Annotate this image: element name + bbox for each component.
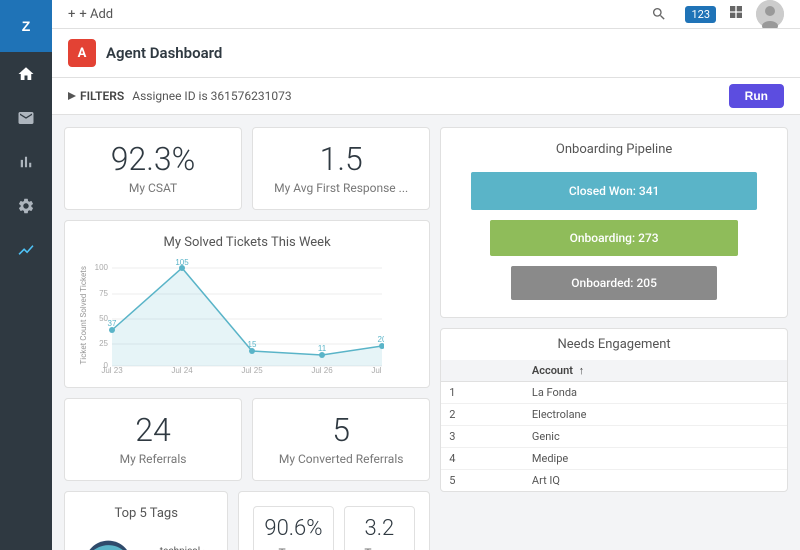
svg-text:Jul 27: Jul 27 (371, 366, 384, 373)
sidebar-item-inbox[interactable] (0, 96, 52, 140)
pipeline-title: Onboarding Pipeline (455, 142, 773, 157)
csat-card: 92.3% My CSAT (64, 127, 242, 210)
filter-text: Assignee ID is 361576231073 (132, 89, 720, 103)
svg-text:100: 100 (95, 263, 109, 272)
svg-text:25: 25 (99, 339, 108, 348)
svg-text:Z: Z (22, 18, 31, 34)
team-csat-label: Team CSAT (264, 546, 322, 550)
engagement-row: 5Art IQ (441, 470, 787, 492)
pipeline-bar-1: Closed Won: 341 (471, 172, 757, 210)
bottom-stats-row: 24 My Referrals 5 My Converted Referrals (64, 398, 430, 481)
tags-content: technical · 230 billing · 260 (79, 529, 213, 550)
team-stats-row: 90.6% Team CSAT 3.2 Team Avg First Respo… (253, 506, 415, 550)
referrals-label: My Referrals (79, 452, 227, 466)
grid-button[interactable] (728, 4, 744, 24)
avg-response-value: 1.5 (267, 142, 415, 177)
tags-legend: technical · 230 billing · 260 (148, 546, 214, 550)
svg-text:105: 105 (175, 258, 189, 267)
main-area: + + Add 123 A Agent Dashboard FILTERS As… (52, 0, 800, 550)
svg-text:37: 37 (108, 319, 117, 328)
left-column: 92.3% My CSAT 1.5 My Avg First Response … (64, 127, 430, 550)
svg-text:Jul 24: Jul 24 (171, 366, 193, 373)
sidebar-item-home[interactable] (0, 52, 52, 96)
sidebar-item-chart[interactable] (0, 140, 52, 184)
engagement-title: Needs Engagement (441, 329, 787, 360)
avg-response-label: My Avg First Response ... (267, 181, 415, 195)
csat-label: My CSAT (79, 181, 227, 195)
engagement-table-body: 1La Fonda 2Electrolane 3Genic 4Medipe 5A… (441, 382, 787, 492)
y-axis-label: Ticket Count Solved Tickets (79, 266, 88, 364)
svg-text:Jul 26: Jul 26 (311, 366, 333, 373)
chart-svg: 100 75 50 25 0 (94, 258, 384, 373)
svg-text:75: 75 (99, 289, 108, 298)
chart-title: My Solved Tickets This Week (79, 235, 415, 250)
svg-text:15: 15 (248, 340, 257, 349)
sidebar-item-gear[interactable] (0, 184, 52, 228)
svg-text:11: 11 (318, 344, 327, 353)
engagement-row: 2Electrolane (441, 404, 787, 426)
team-avg-response-label: Team Avg First Respon... (355, 546, 405, 550)
engagement-row: 1La Fonda (441, 382, 787, 404)
csat-value: 92.3% (79, 142, 227, 177)
right-column: Onboarding Pipeline Closed Won: 341 Onbo… (440, 127, 788, 550)
dashboard-header: A Agent Dashboard (52, 29, 800, 78)
referrals-value: 24 (79, 413, 227, 448)
team-stats-card: 90.6% Team CSAT 3.2 Team Avg First Respo… (238, 491, 430, 550)
solved-tickets-chart: My Solved Tickets This Week Ticket Count… (64, 220, 430, 388)
bottom-row: Top 5 Tags t (64, 491, 430, 550)
pipeline-bars: Closed Won: 341 Onboarding: 273 Onboarde… (455, 169, 773, 303)
topbar: + + Add 123 (52, 0, 800, 29)
converted-label: My Converted Referrals (267, 452, 415, 466)
team-csat-card: 90.6% Team CSAT (253, 506, 333, 550)
dashboard-logo: A (68, 39, 96, 67)
search-button[interactable] (645, 0, 673, 28)
team-avg-response-card: 3.2 Team Avg First Respon... (344, 506, 416, 550)
plus-icon: + (68, 7, 75, 22)
svg-text:Jul 25: Jul 25 (241, 366, 263, 373)
engagement-num-header (441, 360, 524, 382)
run-button[interactable]: Run (729, 84, 784, 108)
avg-response-card: 1.5 My Avg First Response ... (252, 127, 430, 210)
sidebar: Z (0, 0, 52, 550)
filters-bar: FILTERS Assignee ID is 361576231073 Run (52, 78, 800, 115)
converted-referrals-card: 5 My Converted Referrals (252, 398, 430, 481)
sort-icon[interactable]: ↑ (579, 364, 585, 377)
engagement-account-header: Account ↑ (524, 360, 787, 382)
pipeline-bar-3: Onboarded: 205 (511, 266, 718, 300)
dashboard-title: Agent Dashboard (106, 44, 222, 62)
sidebar-logo: Z (0, 0, 52, 52)
team-avg-response-value: 3.2 (355, 517, 405, 541)
converted-value: 5 (267, 413, 415, 448)
add-label: + Add (79, 7, 113, 22)
tags-title: Top 5 Tags (79, 506, 213, 521)
pipeline-bar-2: Onboarding: 273 (490, 220, 738, 256)
avatar[interactable] (756, 0, 784, 28)
engagement-table: Account ↑ 1La Fonda 2Electrolane 3Genic … (441, 360, 787, 491)
svg-text:20: 20 (378, 335, 384, 344)
engagement-card: Needs Engagement Account ↑ 1La Fonda (440, 328, 788, 492)
sidebar-item-activity[interactable] (0, 228, 52, 272)
top-stats-row: 92.3% My CSAT 1.5 My Avg First Response … (64, 127, 430, 210)
pipeline-card: Onboarding Pipeline Closed Won: 341 Onbo… (440, 127, 788, 318)
add-button[interactable]: + + Add (68, 7, 113, 22)
engagement-row: 4Medipe (441, 448, 787, 470)
tags-donut-chart (79, 529, 138, 550)
tags-card: Top 5 Tags t (64, 491, 228, 550)
dashboard-grid: 92.3% My CSAT 1.5 My Avg First Response … (52, 115, 800, 550)
team-csat-value: 90.6% (264, 517, 322, 541)
filters-label: FILTERS (68, 89, 124, 103)
referrals-card: 24 My Referrals (64, 398, 242, 481)
svg-text:Jul 23: Jul 23 (101, 366, 123, 373)
engagement-row: 3Genic (441, 426, 787, 448)
badge-button[interactable]: 123 (685, 6, 716, 23)
